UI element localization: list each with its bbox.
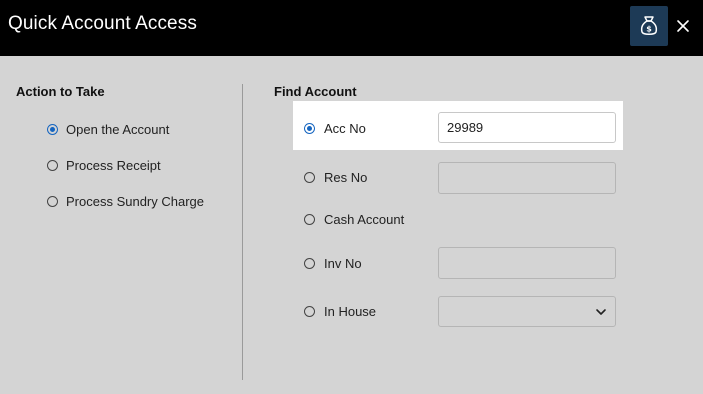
acc-no-input[interactable]: 29989 [438,112,616,143]
money-bag-button[interactable]: $ [630,6,668,46]
title-bar: Quick Account Access $ [0,0,703,56]
radio-label: Open the Account [66,122,170,137]
radio-open-account[interactable]: Open the Account [47,122,169,137]
radio-label: Inv No [324,256,362,271]
radio-label: Process Receipt [66,158,161,173]
chevron-down-icon [596,309,606,315]
dialog-body: Action to Take Open the Account Process … [0,56,703,394]
radio-in-house[interactable]: In House [304,304,376,319]
close-button[interactable] [672,14,694,38]
find-section-title: Find Account [274,84,357,99]
radio-label: In House [324,304,377,319]
radio-button[interactable] [47,160,58,171]
radio-button[interactable] [304,172,315,183]
radio-res-no[interactable]: Res No [304,170,367,185]
close-icon [677,20,689,32]
radio-cash-account[interactable]: Cash Account [304,212,404,227]
radio-button[interactable] [304,123,315,134]
radio-acc-no[interactable]: Acc No [304,121,366,136]
radio-button[interactable] [304,306,315,317]
radio-label: Res No [324,170,368,185]
radio-process-sundry-charge[interactable]: Process Sundry Charge [47,194,204,209]
svg-text:$: $ [646,25,652,34]
radio-label: Process Sundry Charge [66,194,205,209]
inv-no-input[interactable] [438,247,616,279]
radio-button[interactable] [47,124,58,135]
vertical-divider [242,84,243,380]
radio-label: Cash Account [324,212,405,227]
radio-button[interactable] [304,214,315,225]
in-house-select[interactable] [438,296,616,327]
radio-inv-no[interactable]: Inv No [304,256,362,271]
window-title: Quick Account Access [8,13,197,34]
radio-process-receipt[interactable]: Process Receipt [47,158,161,173]
radio-button[interactable] [47,196,58,207]
action-section-title: Action to Take [16,84,105,99]
radio-button[interactable] [304,258,315,269]
money-bag-icon: $ [640,16,658,35]
res-no-input[interactable] [438,162,616,194]
radio-label: Acc No [324,121,366,136]
